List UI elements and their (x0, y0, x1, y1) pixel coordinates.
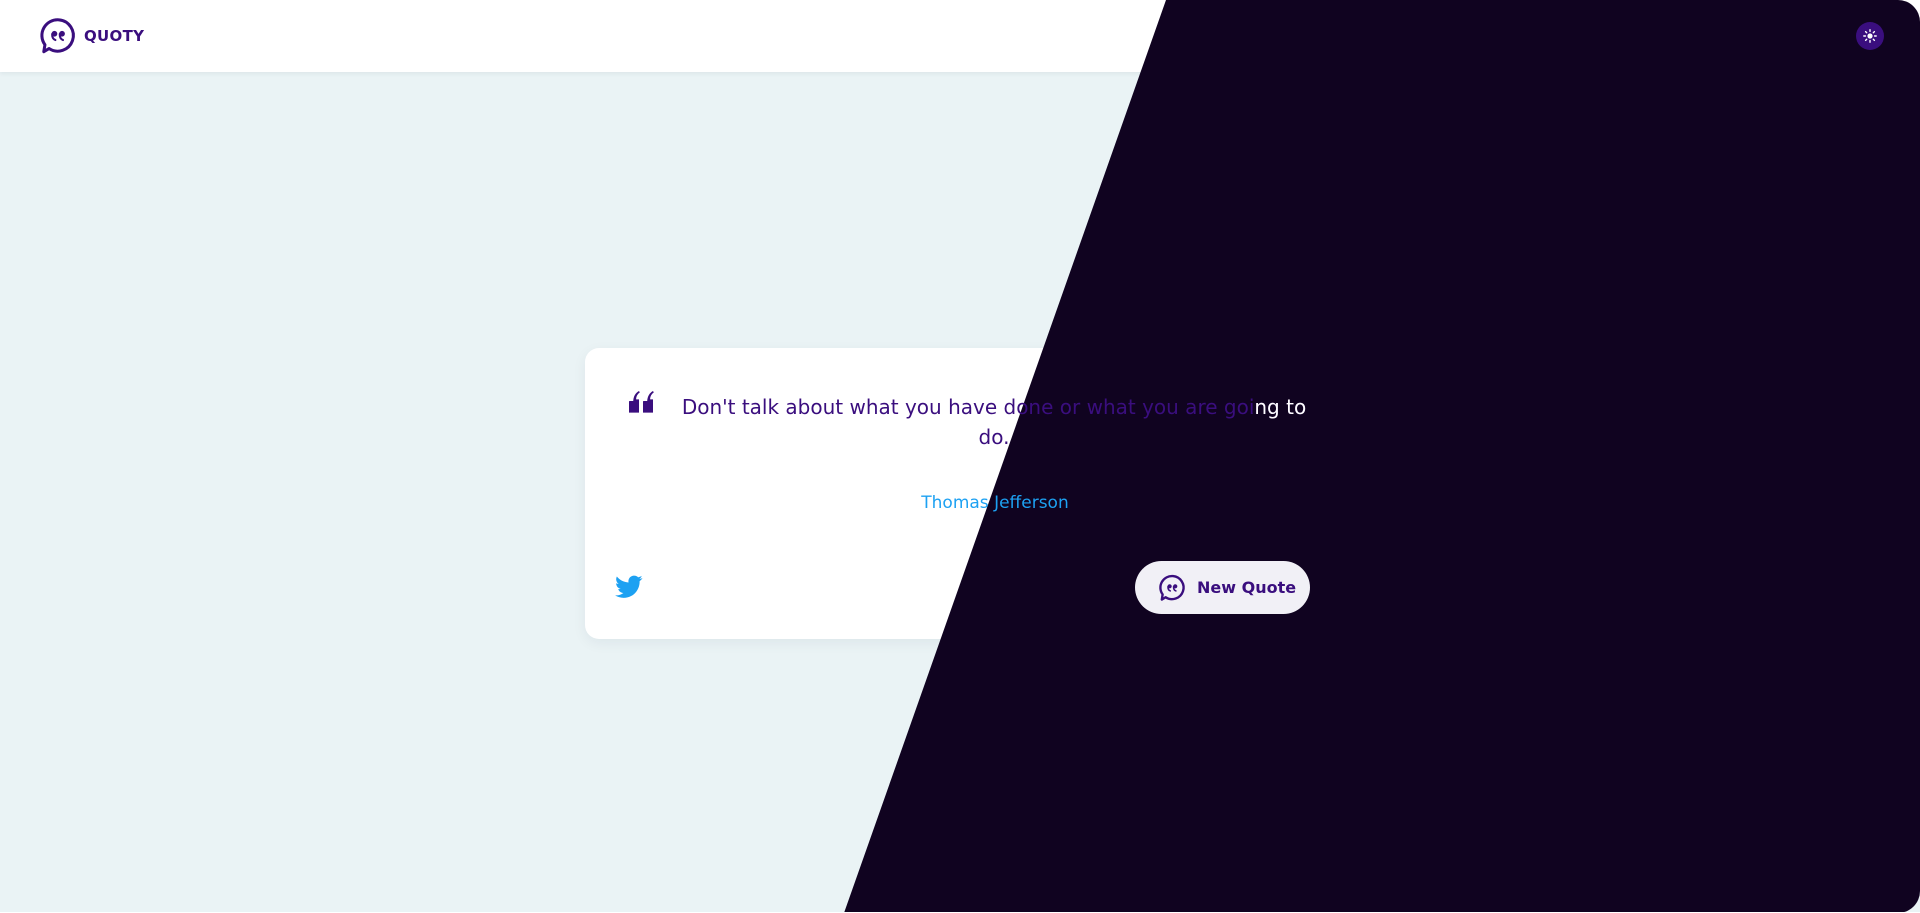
chat-bubble-quote-icon (1159, 574, 1185, 601)
app-logo-text: QUOTY (84, 27, 145, 45)
quote-text: Don't talk about what you have done or w… (681, 395, 1307, 449)
chat-bubble-quote-icon (40, 18, 75, 54)
theme-toggle-button[interactable] (1856, 22, 1884, 50)
twitter-icon (615, 575, 643, 598)
tweet-quote-button[interactable] (615, 575, 643, 599)
app-page: QUOTY Don't talk about what you have don… (0, 0, 1920, 913)
app-logo[interactable]: QUOTY (40, 16, 144, 56)
new-quote-button-label: New Quote (1197, 578, 1297, 597)
sun-icon (1863, 29, 1877, 43)
quote-mark-icon (629, 391, 654, 413)
quote-author: Thomas Jefferson (921, 493, 1069, 513)
new-quote-button[interactable]: New Quote (1135, 561, 1310, 614)
